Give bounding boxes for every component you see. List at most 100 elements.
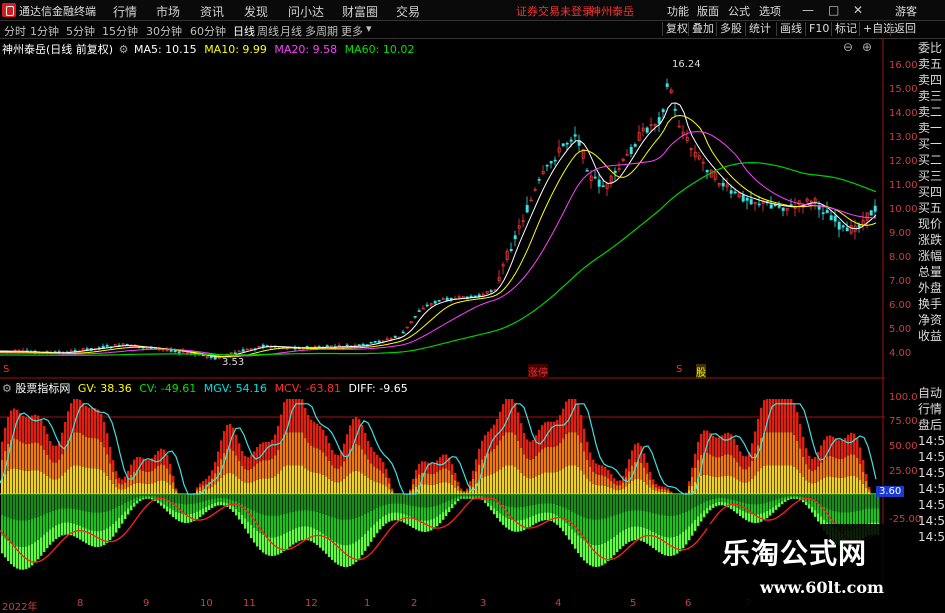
multi-stock-button[interactable]: 多股 xyxy=(716,22,745,36)
menu-bar: 通达信金融终端 行情 市场 资讯 发现 问小达 财富圈 交易 证券交易未登录 神… xyxy=(0,0,945,21)
menu-layout[interactable]: 版面 xyxy=(697,3,719,19)
menu-function[interactable]: 功能 xyxy=(667,3,689,19)
menu-xiaoda[interactable]: 问小达 xyxy=(288,3,324,20)
indicator-title: 股票指标网 xyxy=(15,382,70,395)
period-weekly[interactable]: 周线 xyxy=(257,23,279,39)
stats-button[interactable]: 统计 xyxy=(745,22,774,36)
draw-button[interactable]: 画线 xyxy=(776,22,805,36)
stock-marker: 股 xyxy=(696,364,706,379)
detail-tab[interactable]: 盘后 xyxy=(918,417,945,433)
quote-field-label: 外盘 xyxy=(918,280,945,296)
y-tick-label: 6.00 xyxy=(889,300,911,311)
minimize-icon[interactable]: — xyxy=(802,3,814,17)
x-tick-label: 8 xyxy=(77,598,83,609)
y-tick-label: 11.00 xyxy=(889,180,918,191)
menu-options[interactable]: 选项 xyxy=(759,3,781,19)
x-tick-label: 2022年 xyxy=(2,598,37,613)
indicator-y-tick-label: 25.00 xyxy=(889,466,918,477)
menu-news[interactable]: 资讯 xyxy=(200,3,224,20)
y-tick-label: 12.00 xyxy=(889,156,918,167)
menu-formula[interactable]: 公式 xyxy=(728,3,750,19)
gv-value: GV: 38.36 xyxy=(78,382,132,395)
tick-time: 14:5 xyxy=(918,513,945,529)
mark-button[interactable]: 标记 xyxy=(831,22,860,36)
detail-side-panel: 自动行情盘后14:514:514:514:514:514:514:5 xyxy=(918,385,945,545)
tick-time: 14:5 xyxy=(918,481,945,497)
back-button[interactable]: 返回 xyxy=(890,22,919,36)
period-more[interactable]: 更多 xyxy=(341,23,363,39)
x-tick-label: 2 xyxy=(411,598,417,609)
period-timeshare[interactable]: 分时 xyxy=(4,23,26,39)
period-monthly[interactable]: 月线 xyxy=(280,23,302,39)
detail-tab[interactable]: 自动 xyxy=(918,385,945,401)
x-tick-label: 1 xyxy=(364,598,370,609)
x-tick-label: 3 xyxy=(480,598,486,609)
quote-field-label: 买四 xyxy=(918,184,945,200)
adjust-button[interactable]: 复权 xyxy=(662,22,691,36)
quote-field-label: 总量 xyxy=(918,264,945,280)
y-tick-label: 14.00 xyxy=(889,108,918,119)
chevron-down-icon[interactable]: ▾ xyxy=(366,22,372,35)
period-daily[interactable]: 日线 xyxy=(233,23,255,39)
overlay-button[interactable]: 叠加 xyxy=(688,22,717,36)
broker-login-status[interactable]: 证券交易未登录 xyxy=(516,3,593,19)
period-60min[interactable]: 60分钟 xyxy=(190,23,226,39)
indicator-y-tick-label: 75.00 xyxy=(889,416,918,427)
period-1min[interactable]: 1分钟 xyxy=(30,23,59,39)
quote-field-label: 卖一 xyxy=(918,120,945,136)
high-price-label: 16.24 xyxy=(672,59,701,70)
indicator-legend: ⚙ 股票指标网 GV: 38.36 CV: -49.61 MGV: 54.16 … xyxy=(2,380,408,396)
signal-marker: S xyxy=(3,364,9,375)
mgv-value: MGV: 54.16 xyxy=(204,382,267,395)
tick-time: 14:5 xyxy=(918,529,945,545)
guest-button[interactable]: 游客 xyxy=(895,3,917,19)
menu-market[interactable]: 市场 xyxy=(156,3,180,20)
y-tick-label: 9.00 xyxy=(889,228,911,239)
x-tick-label: 10 xyxy=(200,598,213,609)
period-toolbar: 分时 1分钟 5分钟 15分钟 30分钟 60分钟 日线 周线 月线 多周期 更… xyxy=(0,21,945,39)
menu-quotes[interactable]: 行情 xyxy=(113,3,137,20)
period-15min[interactable]: 15分钟 xyxy=(102,23,138,39)
menu-discover[interactable]: 发现 xyxy=(244,3,268,20)
stock-link[interactable]: 神州泰岳 xyxy=(590,3,634,19)
period-multi[interactable]: 多周期 xyxy=(305,23,338,39)
maximize-icon[interactable]: □ xyxy=(828,3,839,17)
detail-tab[interactable]: 行情 xyxy=(918,401,945,417)
period-5min[interactable]: 5分钟 xyxy=(66,23,95,39)
quote-field-label: 买五 xyxy=(918,200,945,216)
low-price-label: 3.53 xyxy=(222,357,244,368)
close-icon[interactable]: ✕ xyxy=(853,3,863,17)
quote-field-label: 涨跌 xyxy=(918,232,945,248)
kline-chart[interactable] xyxy=(0,38,885,598)
period-30min[interactable]: 30分钟 xyxy=(146,23,182,39)
quote-field-label: 买一 xyxy=(918,136,945,152)
quote-field-label: 委比 xyxy=(918,40,945,56)
quote-field-label: 买二 xyxy=(918,152,945,168)
quote-field-label: 卖三 xyxy=(918,88,945,104)
y-tick-label: 15.00 xyxy=(889,84,918,95)
tick-time: 14:5 xyxy=(918,497,945,513)
quote-side-panel: 委比卖五卖四卖三卖二卖一买一买二买三买四买五现价涨跌涨幅总量外盘换手净资收益 xyxy=(918,40,945,344)
indicator-y-tick-label: 100.0 xyxy=(889,392,918,403)
mcv-value: MCV: -63.81 xyxy=(275,382,341,395)
diff-value: DIFF: -9.65 xyxy=(349,382,408,395)
quote-field-label: 买三 xyxy=(918,168,945,184)
indicator-y-tick-label: 50.00 xyxy=(889,441,918,452)
quote-field-label: 涨幅 xyxy=(918,248,945,264)
x-tick-label: 12 xyxy=(305,598,318,609)
menu-wealth[interactable]: 财富圈 xyxy=(342,3,378,20)
menu-trade[interactable]: 交易 xyxy=(396,3,420,20)
watermark-url: www.60lt.com xyxy=(760,578,884,597)
cv-value: CV: -49.61 xyxy=(139,382,196,395)
y-tick-label: 7.00 xyxy=(889,276,911,287)
x-tick-label: 5 xyxy=(630,598,636,609)
y-tick-label: 16.00 xyxy=(889,60,918,71)
x-tick-label: 6 xyxy=(685,598,691,609)
tick-time: 14:5 xyxy=(918,449,945,465)
f10-button[interactable]: F10 xyxy=(805,22,832,36)
app-logo-icon xyxy=(2,3,16,17)
quote-field-label: 卖五 xyxy=(918,56,945,72)
app-title: 通达信金融终端 xyxy=(19,3,96,19)
current-value-badge: 3.60 xyxy=(876,486,904,497)
settings-icon[interactable]: ⚙ xyxy=(2,382,12,395)
